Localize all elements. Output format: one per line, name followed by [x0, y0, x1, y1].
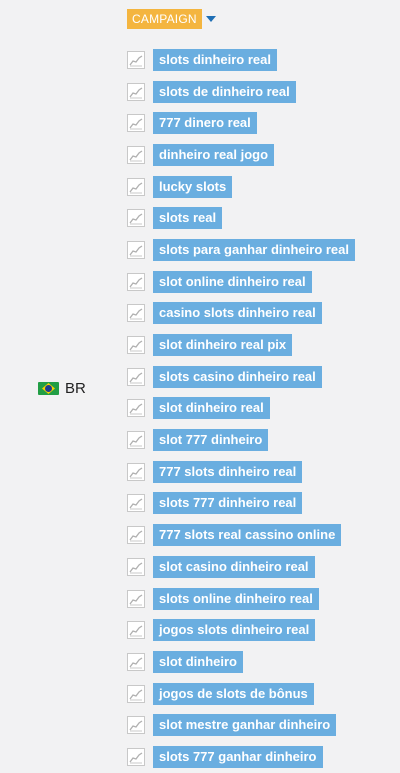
keyword-label[interactable]: slots online dinheiro real: [153, 587, 319, 610]
trend-chart-icon[interactable]: [127, 367, 145, 386]
trend-chart-icon[interactable]: [127, 431, 145, 450]
trend-chart-icon[interactable]: [127, 50, 145, 69]
keyword-row: slots real: [127, 202, 355, 234]
trend-chart-icon[interactable]: [127, 589, 145, 608]
keyword-row: slots 777 dinheiro real: [127, 488, 355, 520]
keyword-row: slots de dinheiro real: [127, 76, 355, 108]
trend-chart-icon[interactable]: [127, 272, 145, 291]
keyword-label[interactable]: jogos de slots de bônus: [153, 682, 314, 705]
keyword-row: slot dinheiro real pix: [127, 329, 355, 361]
keyword-row: 777 dinero real: [127, 107, 355, 139]
trend-chart-icon[interactable]: [127, 145, 145, 164]
keyword-label[interactable]: casino slots dinheiro real: [153, 302, 322, 325]
keyword-label[interactable]: slot online dinheiro real: [153, 270, 312, 293]
keyword-row: lucky slots: [127, 171, 355, 203]
keyword-row: slot mestre ganhar dinheiro: [127, 709, 355, 741]
keyword-label[interactable]: slot casino dinheiro real: [153, 555, 315, 578]
keyword-row: 777 slots real cassino online: [127, 519, 355, 551]
trend-chart-icon[interactable]: [127, 209, 145, 228]
caret-down-icon[interactable]: [205, 16, 216, 22]
keyword-row: jogos slots dinheiro real: [127, 614, 355, 646]
brazil-flag-icon: [38, 382, 59, 395]
keyword-label[interactable]: 777 slots dinheiro real: [153, 460, 303, 483]
trend-chart-icon[interactable]: [127, 82, 145, 101]
keyword-row: slot casino dinheiro real: [127, 551, 355, 583]
trend-chart-icon[interactable]: [127, 399, 145, 418]
keyword-label[interactable]: slots para ganhar dinheiro real: [153, 238, 355, 261]
trend-chart-icon[interactable]: [127, 716, 145, 735]
keyword-label[interactable]: slots 777 dinheiro real: [153, 492, 303, 515]
keyword-row: slots casino dinheiro real: [127, 361, 355, 393]
keyword-label[interactable]: slots real: [153, 207, 223, 230]
trend-chart-icon[interactable]: [127, 621, 145, 640]
campaign-keywords-panel: BR CAMPAIGN slots dinheiro real slots de …: [0, 0, 400, 769]
keyword-row: slot 777 dinheiro: [127, 424, 355, 456]
keyword-row: slot dinheiro real: [127, 393, 355, 425]
keyword-label[interactable]: lucky slots: [153, 175, 233, 198]
keyword-label[interactable]: 777 dinero real: [153, 112, 257, 135]
keyword-label[interactable]: slots dinheiro real: [153, 48, 277, 71]
campaign-header: CAMPAIGN: [127, 9, 216, 29]
trend-chart-icon[interactable]: [127, 494, 145, 513]
keyword-row: slots online dinheiro real: [127, 583, 355, 615]
trend-chart-icon[interactable]: [127, 336, 145, 355]
keyword-row: 777 slots dinheiro real: [127, 456, 355, 488]
country-cell: BR: [38, 380, 86, 397]
keyword-label[interactable]: 777 slots real cassino online: [153, 524, 342, 547]
keyword-list: slots dinheiro real slots de dinheiro rea…: [127, 44, 355, 773]
keyword-label[interactable]: slots 777 ganhar dinheiro: [153, 745, 323, 768]
trend-chart-icon[interactable]: [127, 462, 145, 481]
trend-chart-icon[interactable]: [127, 240, 145, 259]
campaign-label: CAMPAIGN: [127, 9, 202, 29]
keyword-label[interactable]: slot 777 dinheiro: [153, 429, 269, 452]
keyword-label[interactable]: slot dinheiro real pix: [153, 334, 293, 357]
keyword-row: jogos de slots de bônus: [127, 678, 355, 710]
trend-chart-icon[interactable]: [127, 557, 145, 576]
keyword-row: dinheiro real jogo: [127, 139, 355, 171]
trend-chart-icon[interactable]: [127, 526, 145, 545]
trend-chart-icon[interactable]: [127, 114, 145, 133]
keyword-label[interactable]: slot dinheiro: [153, 650, 243, 673]
keyword-row: slots para ganhar dinheiro real: [127, 234, 355, 266]
trend-chart-icon[interactable]: [127, 684, 145, 703]
keyword-row: casino slots dinheiro real: [127, 298, 355, 330]
trend-chart-icon[interactable]: [127, 304, 145, 323]
keyword-row: slot dinheiro: [127, 646, 355, 678]
keyword-label[interactable]: dinheiro real jogo: [153, 143, 275, 166]
keyword-row: slots dinheiro real: [127, 44, 355, 76]
trend-chart-icon[interactable]: [127, 177, 145, 196]
keyword-label[interactable]: slots casino dinheiro real: [153, 365, 322, 388]
keyword-label[interactable]: slot mestre ganhar dinheiro: [153, 714, 337, 737]
country-code: BR: [65, 380, 86, 397]
keyword-row: slot online dinheiro real: [127, 266, 355, 298]
trend-chart-icon[interactable]: [127, 652, 145, 671]
keyword-label[interactable]: slot dinheiro real: [153, 397, 270, 420]
keyword-row: slots 777 ganhar dinheiro: [127, 741, 355, 773]
keyword-label[interactable]: slots de dinheiro real: [153, 80, 296, 103]
trend-chart-icon[interactable]: [127, 747, 145, 766]
keyword-label[interactable]: jogos slots dinheiro real: [153, 619, 316, 642]
